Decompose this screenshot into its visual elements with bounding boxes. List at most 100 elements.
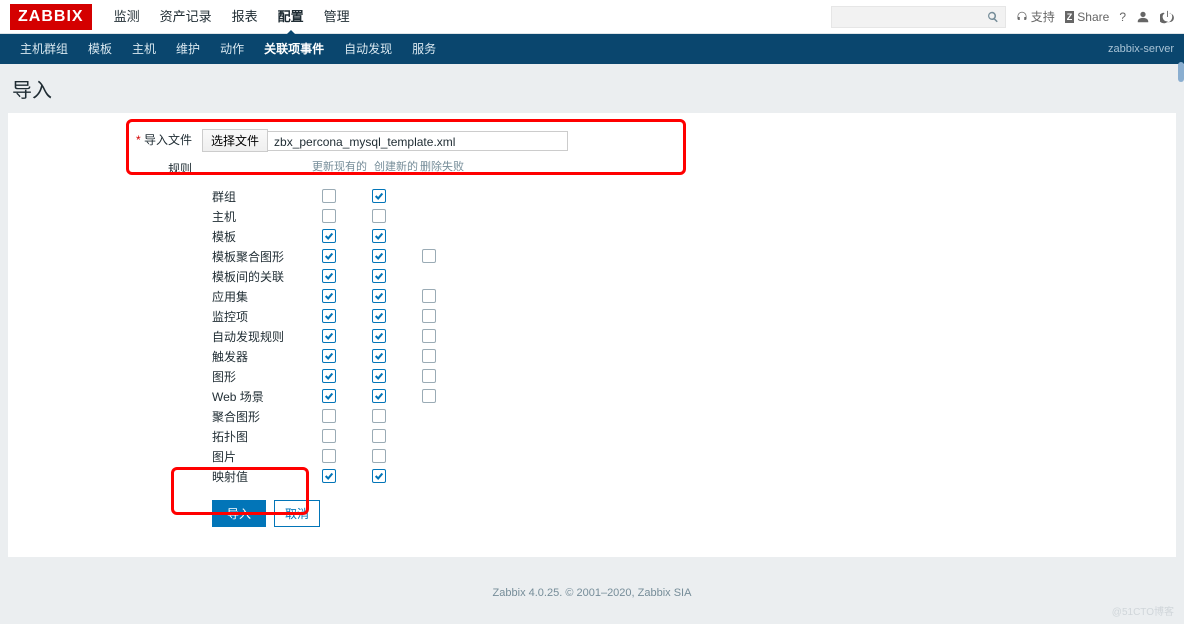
support-label: 支持 [1031,8,1055,25]
choose-file-button[interactable]: 选择文件 [202,129,268,152]
col-delete: 删除失败 [420,158,470,174]
subnav-item-1[interactable]: 模板 [78,34,122,64]
rules-columns: 更新现有的 创建新的 删除失败 [312,158,470,174]
rule-row-7: 自动发现规则 [212,326,1152,346]
topnav-item-0[interactable]: 监测 [104,0,150,34]
search-icon [987,11,999,23]
rules-table: 群组主机模板模板聚合图形模板间的关联应用集监控项自动发现规则触发器图形Web 场… [102,186,1152,486]
checkbox[interactable] [422,389,436,403]
checkbox[interactable] [322,369,336,383]
rule-row-9: 图形 [212,366,1152,386]
checkbox[interactable] [322,329,336,343]
rule-row-3: 模板聚合图形 [212,246,1152,266]
rule-name: Web 场景 [212,388,322,405]
checkbox[interactable] [372,289,386,303]
search-input[interactable] [831,6,1006,28]
file-name: zbx_percona_mysql_template.xml [268,131,568,151]
z-icon: Z [1065,11,1075,23]
checkbox[interactable] [372,449,386,463]
rule-row-8: 触发器 [212,346,1152,366]
import-file-row: 导入文件 选择文件 zbx_percona_mysql_template.xml [32,129,1152,152]
server-name: zabbix-server [1108,43,1174,55]
checkbox[interactable] [322,469,336,483]
scrollbar-thumb[interactable] [1178,62,1184,82]
checkbox[interactable] [322,389,336,403]
cancel-button[interactable]: 取消 [274,500,320,527]
import-button[interactable]: 导入 [212,500,266,527]
top-header: ZABBIX 监测资产记录报表配置管理 支持 Z Share ? [0,0,1184,34]
logo: ZABBIX [10,4,92,30]
user-icon[interactable] [1136,10,1150,24]
rule-name: 图片 [212,448,322,465]
checkbox[interactable] [372,329,386,343]
rule-name: 图形 [212,368,322,385]
rule-row-10: Web 场景 [212,386,1152,406]
checkbox[interactable] [322,429,336,443]
support-link[interactable]: 支持 [1016,8,1055,25]
col-create: 创建新的 [374,158,420,174]
rule-row-6: 监控项 [212,306,1152,326]
checkbox[interactable] [422,369,436,383]
subnav-item-3[interactable]: 维护 [166,34,210,64]
checkbox[interactable] [322,189,336,203]
topnav-item-2[interactable]: 报表 [222,0,268,34]
rules-label: 规则 [32,158,202,180]
checkbox[interactable] [422,289,436,303]
checkbox[interactable] [322,209,336,223]
checkbox[interactable] [372,369,386,383]
checkbox[interactable] [322,349,336,363]
rule-row-5: 应用集 [212,286,1152,306]
checkbox[interactable] [372,389,386,403]
help-link[interactable]: ? [1119,10,1126,24]
top-nav: 监测资产记录报表配置管理 [104,0,360,34]
checkbox[interactable] [322,249,336,263]
checkbox[interactable] [422,249,436,263]
rule-name: 自动发现规则 [212,328,322,345]
checkbox[interactable] [372,209,386,223]
checkbox[interactable] [372,349,386,363]
rule-name: 映射值 [212,468,322,485]
checkbox[interactable] [372,409,386,423]
checkbox[interactable] [322,289,336,303]
checkbox[interactable] [422,309,436,323]
rule-row-2: 模板 [212,226,1152,246]
header-right: 支持 Z Share ? [831,6,1174,28]
subnav-item-5[interactable]: 关联项事件 [254,34,334,64]
file-input-wrap: 选择文件 zbx_percona_mysql_template.xml [202,129,568,152]
checkbox[interactable] [372,229,386,243]
rules-header-row: 规则 更新现有的 创建新的 删除失败 [32,158,1152,180]
subnav-item-4[interactable]: 动作 [210,34,254,64]
rule-name: 模板 [212,228,322,245]
checkbox[interactable] [372,309,386,323]
checkbox[interactable] [372,429,386,443]
sub-nav-items: 主机群组模板主机维护动作关联项事件自动发现服务 [10,34,446,64]
share-link[interactable]: Z Share [1065,10,1110,24]
subnav-item-0[interactable]: 主机群组 [10,34,78,64]
rule-name: 拓扑图 [212,428,322,445]
rule-row-4: 模板间的关联 [212,266,1152,286]
checkbox[interactable] [322,449,336,463]
topnav-item-1[interactable]: 资产记录 [150,0,222,34]
checkbox[interactable] [422,329,436,343]
import-file-label: 导入文件 [32,129,202,151]
checkbox[interactable] [322,309,336,323]
checkbox[interactable] [372,249,386,263]
rule-row-13: 图片 [212,446,1152,466]
page-title: 导入 [0,64,1184,113]
checkbox[interactable] [322,409,336,423]
watermark: @51CTO博客 [0,603,1184,624]
footer: Zabbix 4.0.25. © 2001–2020, Zabbix SIA [0,577,1184,603]
checkbox[interactable] [372,269,386,283]
checkbox[interactable] [372,189,386,203]
checkbox[interactable] [422,349,436,363]
topnav-item-3[interactable]: 配置 [268,0,314,34]
rule-row-0: 群组 [212,186,1152,206]
checkbox[interactable] [322,229,336,243]
subnav-item-6[interactable]: 自动发现 [334,34,402,64]
subnav-item-7[interactable]: 服务 [402,34,446,64]
power-icon[interactable] [1160,10,1174,24]
subnav-item-2[interactable]: 主机 [122,34,166,64]
topnav-item-4[interactable]: 管理 [314,0,360,34]
checkbox[interactable] [372,469,386,483]
checkbox[interactable] [322,269,336,283]
